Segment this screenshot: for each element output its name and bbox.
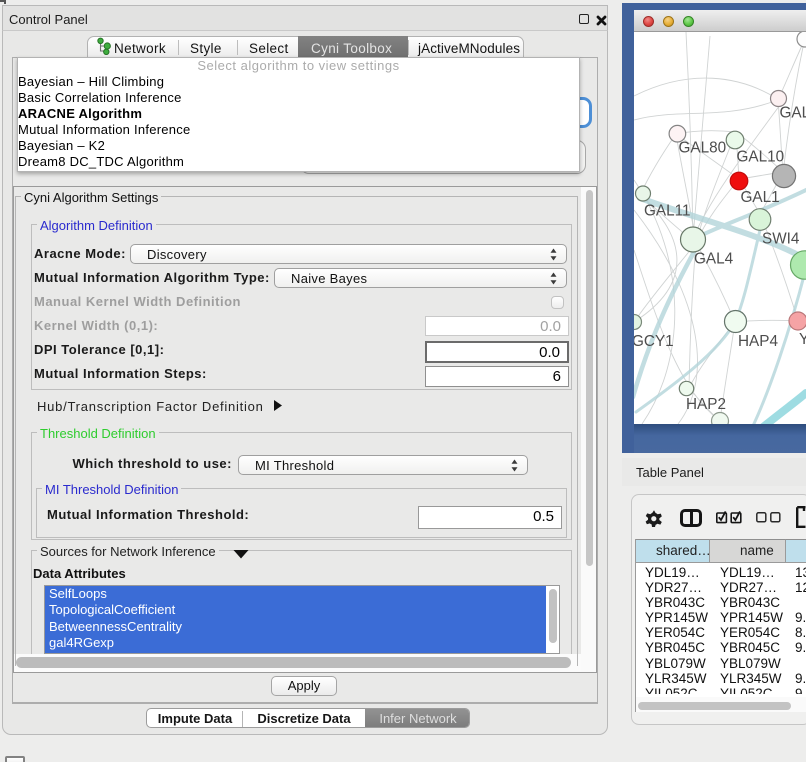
svg-text:GCY1: GCY1 [634, 333, 674, 350]
svg-text:YJ: YJ [799, 331, 806, 348]
svg-text:GAL7: GAL7 [780, 105, 806, 122]
svg-text:SWI4: SWI4 [762, 231, 800, 248]
svg-text:HAP4: HAP4 [738, 333, 778, 350]
svg-text:GAL1: GAL1 [741, 189, 780, 206]
svg-text:HAP2: HAP2 [686, 396, 726, 413]
svg-text:GAL11: GAL11 [644, 203, 691, 220]
svg-text:GAL10: GAL10 [737, 149, 785, 166]
svg-text:GAL4: GAL4 [694, 251, 734, 268]
svg-text:GAL80: GAL80 [679, 140, 727, 157]
